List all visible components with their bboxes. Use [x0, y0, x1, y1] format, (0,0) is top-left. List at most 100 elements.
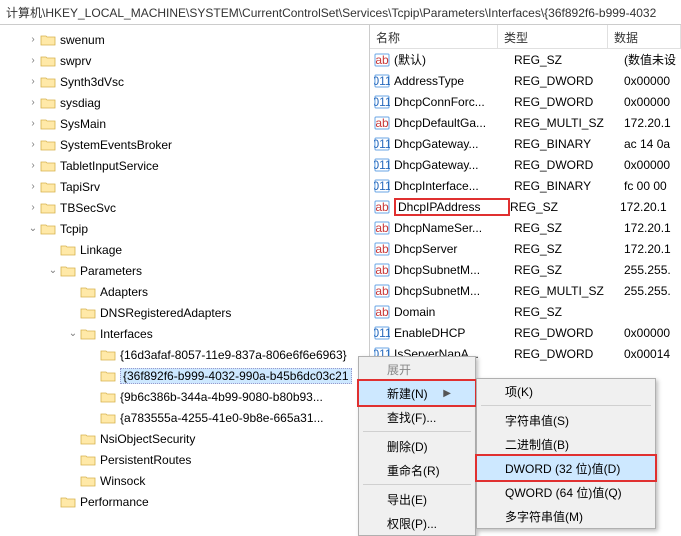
column-header-type[interactable]: 类型 [498, 25, 608, 48]
value-data: 172.20.1 [624, 242, 677, 256]
list-row[interactable]: abDhcpServerREG_SZ172.20.1 [370, 238, 681, 259]
menu-item-label: DWORD (32 位)值(D) [505, 460, 620, 477]
expander-icon[interactable] [66, 453, 80, 467]
expander-icon[interactable] [46, 243, 60, 257]
value-type: REG_SZ [510, 200, 620, 214]
list-row[interactable]: abDhcpNameSer...REG_SZ172.20.1 [370, 217, 681, 238]
tree-item[interactable]: Winsock [0, 470, 369, 491]
expander-icon[interactable] [66, 432, 80, 446]
tree-item[interactable]: ⌄Parameters [0, 260, 369, 281]
menu-item[interactable]: 项(K) [477, 379, 655, 403]
svg-text:011: 011 [374, 158, 390, 172]
list-row[interactable]: 011EnableDHCPREG_DWORD0x00000 [370, 322, 681, 343]
expander-icon[interactable] [66, 285, 80, 299]
menu-item[interactable]: QWORD (64 位)值(Q) [477, 480, 655, 504]
expander-icon[interactable]: ⌄ [26, 222, 40, 236]
menu-item[interactable]: 查找(F)... [359, 405, 475, 429]
list-row[interactable]: abDomainREG_SZ [370, 301, 681, 322]
value-data: (数值未设 [624, 51, 677, 68]
list-row[interactable]: abDhcpSubnetM...REG_MULTI_SZ255.255. [370, 280, 681, 301]
expander-icon[interactable] [66, 306, 80, 320]
svg-text:ab: ab [375, 242, 389, 256]
tree-item[interactable]: ›Synth3dVsc [0, 71, 369, 92]
value-data: 0x00014 [624, 347, 677, 361]
folder-icon [80, 285, 96, 299]
value-type: REG_DWORD [514, 74, 624, 88]
tree-pane[interactable]: ›swenum›swprv›Synth3dVsc›sysdiag›SysMain… [0, 25, 370, 516]
menu-item[interactable]: 导出(E) [359, 487, 475, 511]
value-name: DhcpInterface... [394, 179, 514, 193]
menu-item[interactable]: 重命名(R) [359, 458, 475, 482]
tree-item[interactable]: ›sysdiag [0, 92, 369, 113]
expander-icon[interactable]: ⌄ [46, 264, 60, 278]
expander-icon[interactable]: › [26, 96, 40, 110]
menu-item[interactable]: 权限(P)... [359, 511, 475, 535]
list-row[interactable]: abDhcpDefaultGa...REG_MULTI_SZ172.20.1 [370, 112, 681, 133]
expander-icon[interactable]: › [26, 138, 40, 152]
tree-item[interactable]: Security [0, 512, 369, 516]
value-name: EnableDHCP [394, 326, 514, 340]
list-row[interactable]: 011DhcpGateway...REG_BINARYac 14 0a [370, 133, 681, 154]
svg-text:ab: ab [375, 305, 389, 319]
tree-item[interactable]: {9b6c386b-344a-4b99-9080-b80b93... [0, 386, 369, 407]
column-header-name[interactable]: 名称 [370, 25, 498, 48]
tree-item[interactable]: {16d3afaf-8057-11e9-837a-806e6f6e6963} [0, 344, 369, 365]
menu-item[interactable]: DWORD (32 位)值(D) [477, 456, 655, 480]
context-menu-new[interactable]: 项(K) 字符串值(S)二进制值(B) DWORD (32 位)值(D) QWORD … [476, 378, 656, 529]
tree-item[interactable]: › swprv [0, 50, 369, 71]
menu-item[interactable]: 字符串值(S) [477, 408, 655, 432]
expander-icon[interactable]: ⌄ [66, 327, 80, 341]
expander-icon[interactable]: › [26, 201, 40, 215]
tree-item[interactable]: {a783555a-4255-41e0-9b8e-665a31... [0, 407, 369, 428]
tree-item[interactable]: ⌄Tcpip [0, 218, 369, 239]
list-row[interactable]: 011DhcpGateway...REG_DWORD0x00000 [370, 154, 681, 175]
list-row[interactable]: 011DhcpConnForc...REG_DWORD0x00000 [370, 91, 681, 112]
expander-icon[interactable] [86, 348, 100, 362]
tree-item[interactable]: PersistentRoutes [0, 449, 369, 470]
tree-item[interactable]: ›swenum [0, 29, 369, 50]
list-row[interactable]: ab(默认)REG_SZ(数值未设 [370, 49, 681, 70]
expander-icon[interactable]: › [26, 75, 40, 89]
context-menu-main[interactable]: 展开新建(N)▶查找(F)...删除(D)重命名(R)导出(E)权限(P)... [358, 356, 476, 536]
tree-item[interactable]: NsiObjectSecurity [0, 428, 369, 449]
list-row[interactable]: abDhcpSubnetM...REG_SZ255.255. [370, 259, 681, 280]
menu-item[interactable]: 多字符串值(M) [477, 504, 655, 528]
menu-item[interactable]: 新建(N)▶ [359, 381, 475, 405]
tree-item-label: Linkage [80, 243, 122, 257]
svg-text:011: 011 [374, 326, 390, 340]
tree-item[interactable]: ›TBSecSvc [0, 197, 369, 218]
address-bar[interactable]: 计算机\HKEY_LOCAL_MACHINE\SYSTEM\CurrentCon… [0, 0, 681, 25]
expander-icon[interactable] [46, 495, 60, 509]
binary-value-icon: 011 [374, 73, 390, 89]
value-data: ac 14 0a [624, 137, 677, 151]
expander-icon[interactable]: › [26, 180, 40, 194]
tree-item[interactable]: Adapters [0, 281, 369, 302]
expander-icon[interactable] [86, 411, 100, 425]
tree-item[interactable]: Linkage [0, 239, 369, 260]
expander-icon[interactable]: › [26, 54, 40, 68]
expander-icon[interactable]: › [26, 33, 40, 47]
tree-item[interactable]: Performance [0, 491, 369, 512]
expander-icon[interactable]: › [26, 117, 40, 131]
tree-item-label: swprv [60, 54, 91, 68]
tree-item[interactable]: ›SystemEventsBroker [0, 134, 369, 155]
menu-item[interactable]: 二进制值(B) [477, 432, 655, 456]
tree-item[interactable]: DNSRegisteredAdapters [0, 302, 369, 323]
expander-icon[interactable] [66, 474, 80, 488]
column-header-data[interactable]: 数据 [608, 25, 681, 48]
tree-item[interactable]: ›TapiSrv [0, 176, 369, 197]
list-row[interactable]: abDhcpIPAddressREG_SZ172.20.1 [370, 196, 681, 217]
list-row[interactable]: 011DhcpInterface...REG_BINARYfc 00 00 [370, 175, 681, 196]
tree-item[interactable]: {36f892f6-b999-4032-990a-b45b6dc03c21 [0, 365, 369, 386]
tree-item[interactable]: ⌄Interfaces [0, 323, 369, 344]
expander-icon[interactable] [86, 369, 100, 383]
list-row[interactable]: 011AddressTypeREG_DWORD0x00000 [370, 70, 681, 91]
tree-item[interactable]: ›TabletInputService [0, 155, 369, 176]
tree-item[interactable]: ›SysMain [0, 113, 369, 134]
string-value-icon: ab [374, 304, 390, 320]
menu-item[interactable]: 删除(D) [359, 434, 475, 458]
expander-icon[interactable] [86, 390, 100, 404]
value-name: DhcpServer [394, 242, 514, 256]
expander-icon[interactable]: › [26, 159, 40, 173]
value-data: 172.20.1 [624, 221, 677, 235]
